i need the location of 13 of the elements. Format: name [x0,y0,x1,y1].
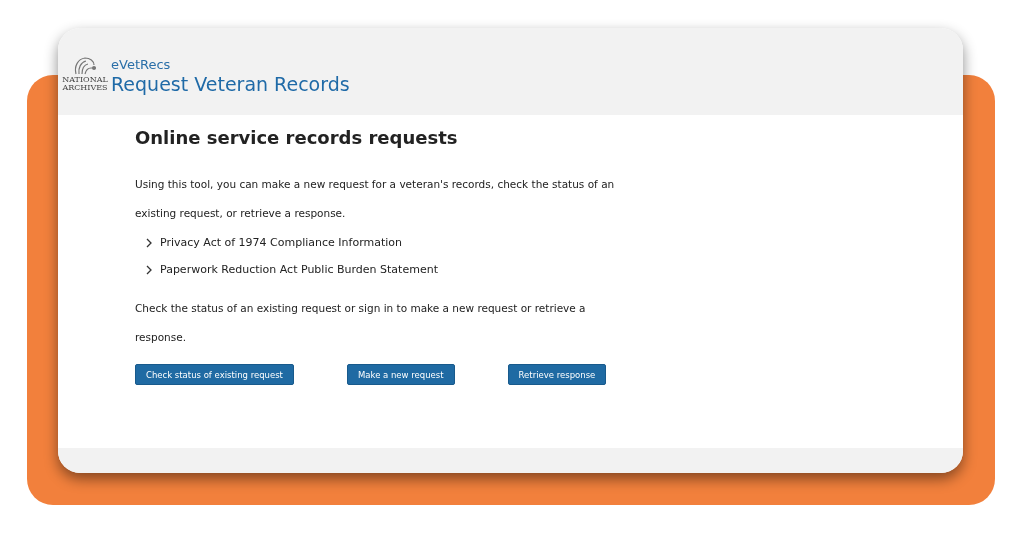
action-button[interactable]: Make a new request [346,364,455,385]
logo-caption: NATIONAL ARCHIVES [62,76,108,92]
chevron-icon [145,237,153,248]
page-title: Request Veteran Records [111,73,350,95]
instruction-paragraph: Check the status of an existing request or sign in to make a new request or retrieve a response. [135,301,587,345]
action-button[interactable]: Retrieve response [507,364,607,385]
chevron-icon [145,264,153,275]
intro-paragraph: Using this tool, you can make a new request for a veteran's records, check the status of an existing request, or retrieve a response. [135,177,616,221]
accordion-toggle[interactable]: Paperwork Reduction Act Public Burden Statement [145,263,963,276]
action-button[interactable]: Check status of existing request [135,364,294,385]
accordion-toggle[interactable]: Privacy Act of 1974 Compliance Information [145,236,963,249]
site-name: eVetRecs [111,57,172,72]
section-heading: Online service records requests [135,127,459,148]
